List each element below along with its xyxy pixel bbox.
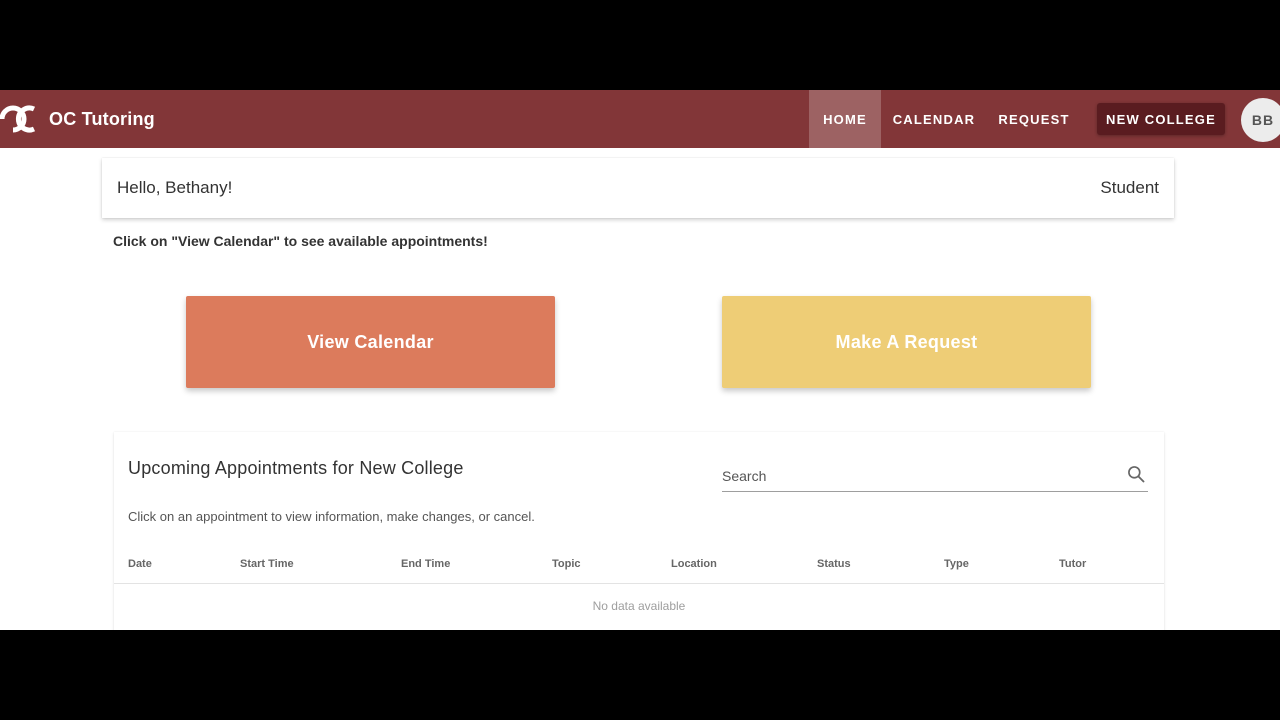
column-location[interactable]: Location — [671, 558, 717, 570]
greeting-card: Hello, Bethany! Student — [102, 158, 1174, 218]
app-window: OC Tutoring HOME CALENDAR REQUEST NEW CO… — [0, 90, 1280, 630]
search-icon[interactable] — [1126, 464, 1146, 484]
letterbox-bottom — [0, 630, 1280, 720]
greeting-text: Hello, Bethany! — [117, 178, 233, 197]
calendar-hint: Click on "View Calendar" to see availabl… — [113, 233, 488, 249]
column-date[interactable]: Date — [128, 558, 152, 570]
view-calendar-button[interactable]: View Calendar — [186, 296, 555, 388]
oc-logo-icon[interactable] — [0, 104, 36, 134]
column-type[interactable]: Type — [944, 558, 969, 570]
app-title[interactable]: OC Tutoring — [49, 90, 155, 148]
nav-request[interactable]: REQUEST — [992, 90, 1076, 148]
empty-table-row: No data available — [592, 599, 686, 613]
appointments-card: Upcoming Appointments for New College Cl… — [114, 432, 1164, 630]
user-role: Student — [1100, 178, 1159, 197]
nav-calendar[interactable]: CALENDAR — [884, 90, 984, 148]
user-avatar[interactable]: BB — [1241, 98, 1280, 142]
column-start-time[interactable]: Start Time — [240, 558, 294, 570]
top-app-bar: OC Tutoring HOME CALENDAR REQUEST NEW CO… — [0, 90, 1280, 148]
table-header: Date Start Time End Time Topic Location … — [114, 544, 1164, 584]
nav-home[interactable]: HOME — [809, 90, 881, 148]
column-tutor[interactable]: Tutor — [1059, 558, 1086, 570]
search-field[interactable] — [722, 460, 1148, 492]
make-request-button[interactable]: Make A Request — [722, 296, 1091, 388]
search-input[interactable] — [722, 464, 1112, 488]
appointments-description: Click on an appointment to view informat… — [128, 509, 535, 524]
college-select-button[interactable]: NEW COLLEGE — [1097, 103, 1225, 135]
column-status[interactable]: Status — [817, 558, 851, 570]
appointments-title: Upcoming Appointments for New College — [128, 458, 464, 478]
column-end-time[interactable]: End Time — [401, 558, 450, 570]
letterbox-top — [0, 0, 1280, 90]
column-topic[interactable]: Topic — [552, 558, 581, 570]
